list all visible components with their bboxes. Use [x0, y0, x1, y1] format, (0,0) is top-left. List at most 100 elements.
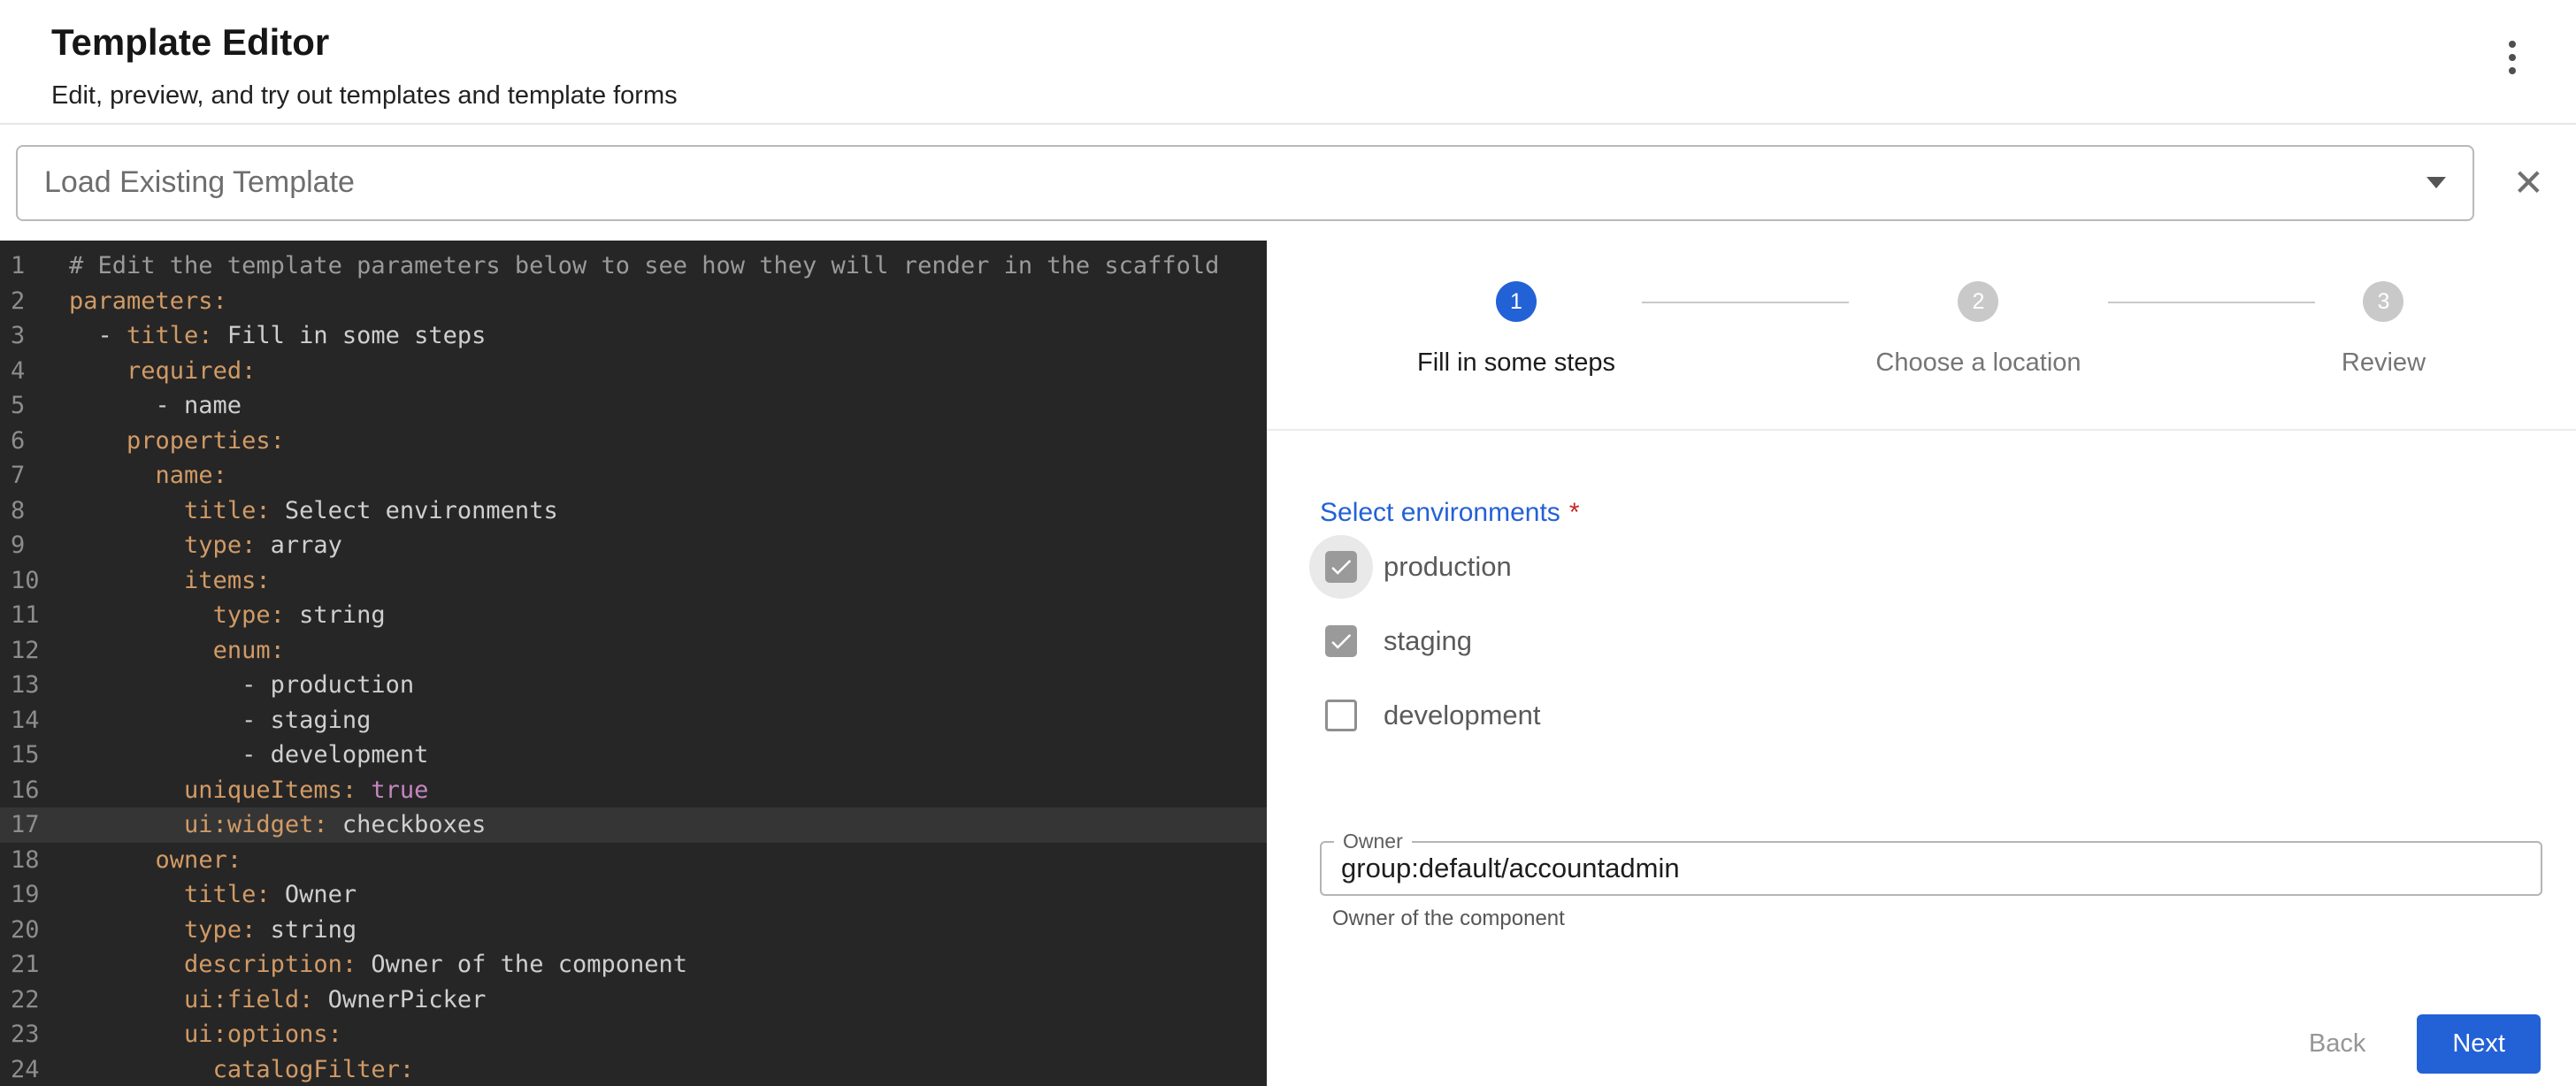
kebab-dot: [2509, 54, 2516, 61]
code-text: title: Owner: [51, 877, 356, 913]
line-number: 20: [0, 913, 51, 948]
main-split: 1# Edit the template parameters below to…: [0, 241, 2576, 1086]
code-text: owner:: [51, 843, 242, 878]
code-line[interactable]: 20 type: string: [0, 913, 1267, 948]
code-text: ui:options:: [51, 1017, 342, 1052]
code-line[interactable]: 1# Edit the template parameters below to…: [0, 249, 1267, 284]
line-number: 16: [0, 773, 51, 808]
line-number: 14: [0, 703, 51, 738]
line-number: 9: [0, 528, 51, 563]
line-number: 8: [0, 493, 51, 529]
load-existing-template-select[interactable]: Load Existing Template: [16, 145, 2474, 221]
line-number: 21: [0, 947, 51, 983]
next-button[interactable]: Next: [2417, 1014, 2541, 1074]
code-text: required:: [51, 354, 256, 389]
page-header: Template Editor Edit, preview, and try o…: [0, 0, 2576, 125]
code-text: name:: [51, 458, 227, 493]
checkbox-staging[interactable]: staging: [1309, 604, 2576, 678]
yaml-code-editor[interactable]: 1# Edit the template parameters below to…: [0, 241, 1267, 1086]
code-text: - title: Fill in some steps: [51, 318, 486, 354]
code-text: type: string: [51, 598, 386, 633]
code-line[interactable]: 10 items:: [0, 563, 1267, 599]
code-line[interactable]: 4 required:: [0, 354, 1267, 389]
code-line[interactable]: 5 - name: [0, 388, 1267, 424]
checkbox-icon: [1325, 551, 1357, 583]
code-line[interactable]: 13 - production: [0, 668, 1267, 703]
code-line[interactable]: 21 description: Owner of the component: [0, 947, 1267, 983]
template-editor-page: Template Editor Edit, preview, and try o…: [0, 0, 2576, 1086]
line-number: 19: [0, 877, 51, 913]
check-icon: [1328, 554, 1354, 580]
code-text: type: array: [51, 528, 342, 563]
code-line[interactable]: 9 type: array: [0, 528, 1267, 563]
code-line[interactable]: 23 ui:options:: [0, 1017, 1267, 1052]
line-number: 1: [0, 249, 51, 284]
checkbox-ripple: [1309, 535, 1373, 599]
code-text: - name: [51, 388, 242, 424]
checkbox-label: production: [1384, 551, 1512, 583]
code-line[interactable]: 16 uniqueItems: true: [0, 773, 1267, 808]
code-line[interactable]: 15 - development: [0, 738, 1267, 773]
line-number: 23: [0, 1017, 51, 1052]
step-1: 1Fill in some steps: [1391, 281, 1642, 378]
line-number: 11: [0, 598, 51, 633]
code-line[interactable]: 6 properties:: [0, 424, 1267, 459]
page-title: Template Editor: [51, 21, 2576, 64]
code-line[interactable]: 14 - staging: [0, 703, 1267, 738]
code-line[interactable]: 12 enum:: [0, 633, 1267, 669]
line-number: 2: [0, 284, 51, 319]
step-connector: [2108, 302, 2315, 303]
code-line[interactable]: 8 title: Select environments: [0, 493, 1267, 529]
code-line[interactable]: 2parameters:: [0, 284, 1267, 319]
checkbox-development[interactable]: development: [1309, 678, 2576, 753]
line-number: 3: [0, 318, 51, 354]
line-number: 7: [0, 458, 51, 493]
more-options-icon[interactable]: [2498, 30, 2526, 85]
owner-input[interactable]: [1322, 843, 2541, 894]
code-line[interactable]: 17 ui:widget: checkboxes: [0, 807, 1267, 843]
line-number: 18: [0, 843, 51, 878]
line-number: 24: [0, 1052, 51, 1086]
step-circle: 2: [1958, 281, 1998, 322]
step-label: Choose a location: [1875, 348, 2081, 378]
code-text: - development: [51, 738, 428, 773]
code-line[interactable]: 11 type: string: [0, 598, 1267, 633]
line-number: 6: [0, 424, 51, 459]
chevron-down-icon: [2426, 177, 2446, 188]
environment-checkbox-group: production stagingdevelopment: [1309, 530, 2576, 753]
code-line[interactable]: 18 owner:: [0, 843, 1267, 878]
checkbox-icon: [1325, 700, 1357, 731]
code-line[interactable]: 19 title: Owner: [0, 877, 1267, 913]
line-number: 13: [0, 668, 51, 703]
select-environments-text: Select environments: [1320, 498, 1560, 527]
owner-field[interactable]: Owner: [1320, 841, 2542, 896]
code-line[interactable]: 24 catalogFilter:: [0, 1052, 1267, 1086]
template-preview-panel: 1Fill in some steps 2 Choose a location 3Re…: [1267, 241, 2576, 1086]
code-text: title: Select environments: [51, 493, 558, 529]
code-line[interactable]: 7 name:: [0, 458, 1267, 493]
owner-helper-text: Owner of the component: [1332, 906, 2576, 931]
code-text: description: Owner of the component: [51, 947, 687, 983]
code-line[interactable]: 3 - title: Fill in some steps: [0, 318, 1267, 354]
code-text: items:: [51, 563, 271, 599]
page-subtitle: Edit, preview, and try out templates and…: [51, 81, 2576, 111]
line-number: 5: [0, 388, 51, 424]
form-actions: Back Next: [2284, 1014, 2541, 1074]
template-select-row: Load Existing Template ✕: [0, 125, 2576, 241]
code-text: type: string: [51, 913, 356, 948]
line-number: 4: [0, 354, 51, 389]
code-text: parameters:: [51, 284, 227, 319]
step-2: 2 Choose a location: [1849, 281, 2107, 378]
step-3: 3Review: [2315, 281, 2452, 378]
close-icon[interactable]: ✕: [2504, 159, 2553, 207]
kebab-dot: [2509, 41, 2516, 48]
checkbox-production[interactable]: production: [1309, 530, 2576, 604]
back-button[interactable]: Back: [2284, 1017, 2390, 1071]
code-text: enum:: [51, 633, 285, 669]
line-number: 22: [0, 983, 51, 1018]
code-text: ui:field: OwnerPicker: [51, 983, 486, 1018]
kebab-dot: [2509, 67, 2516, 74]
code-line[interactable]: 22 ui:field: OwnerPicker: [0, 983, 1267, 1018]
checkbox-ripple: [1309, 609, 1373, 673]
owner-field-label: Owner: [1334, 830, 1412, 853]
